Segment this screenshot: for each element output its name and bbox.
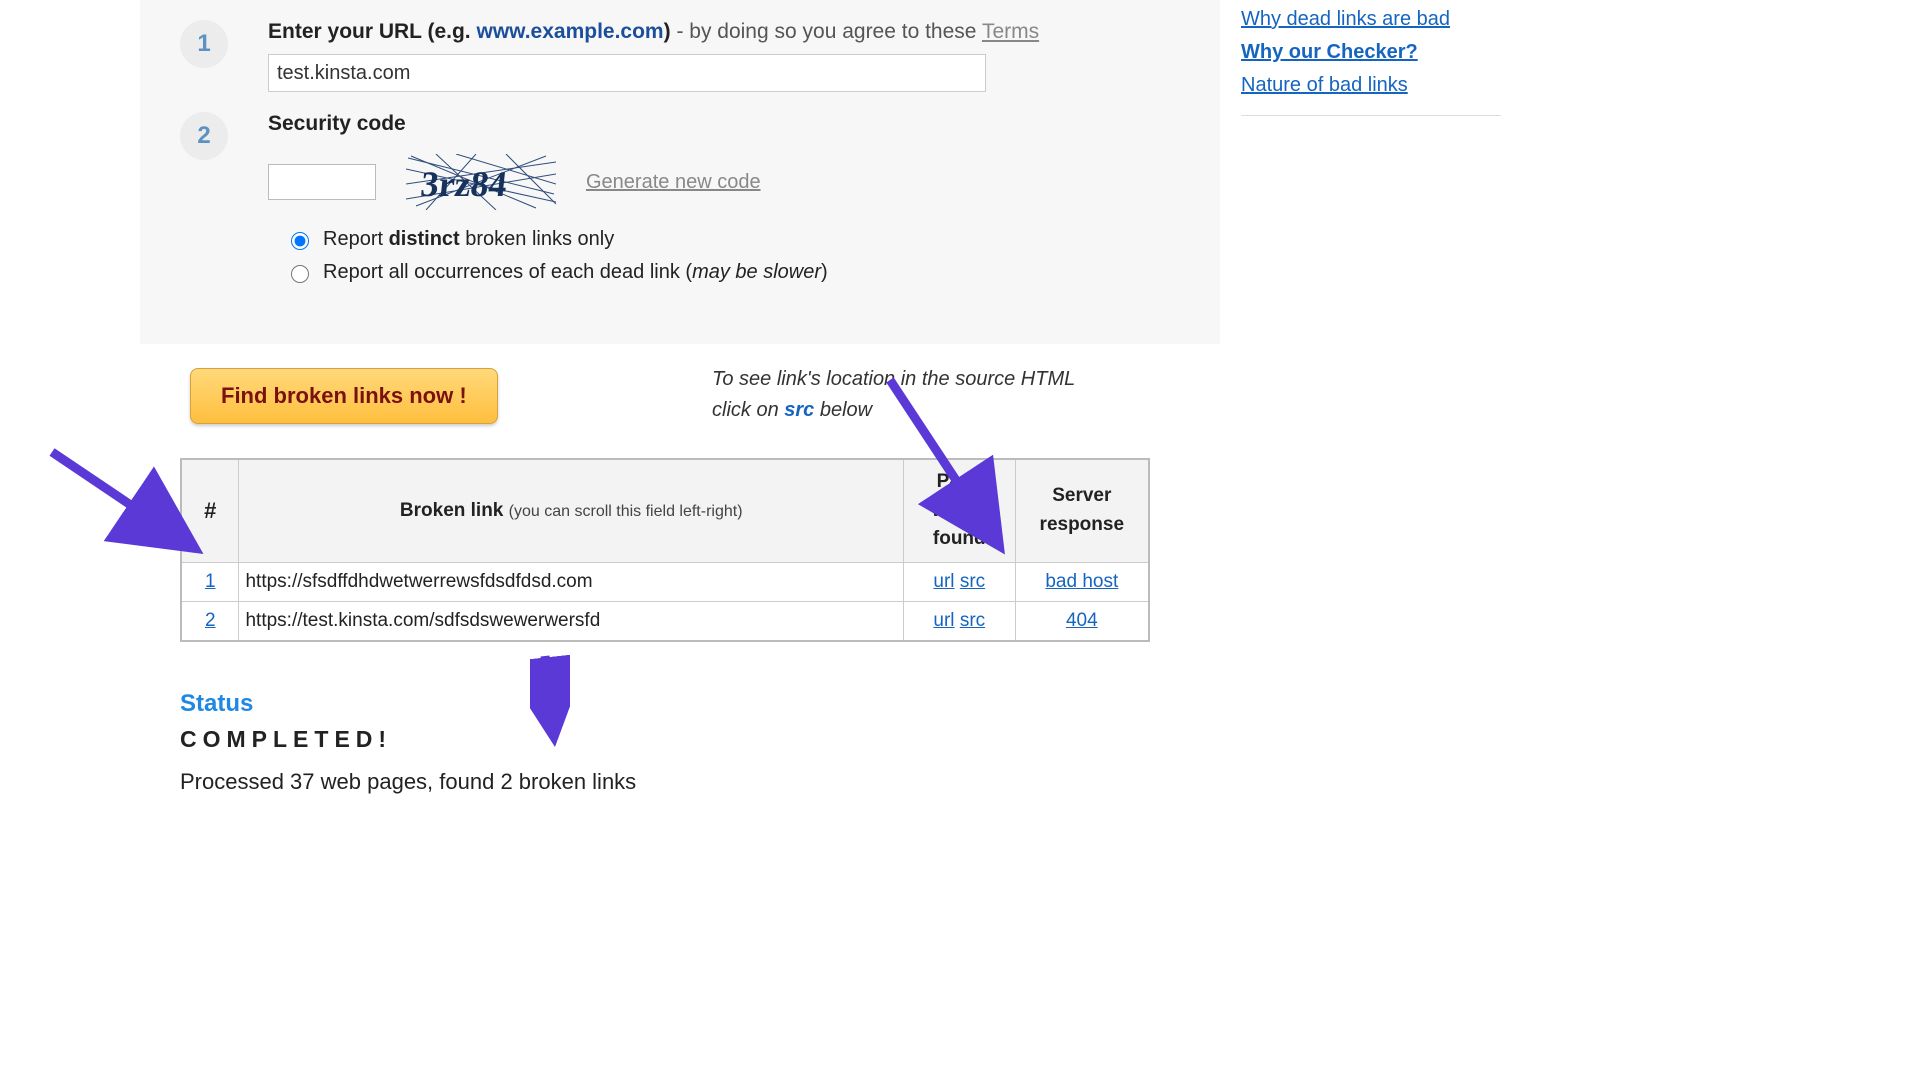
broken-link-cell[interactable]: https://sfsdffdhdwetwerrewsfdsdfdsd.com [239,562,903,601]
th-broken-link: Broken link (you can scroll this field l… [239,459,903,562]
row-url-link[interactable]: url [933,571,954,592]
step1-label-close: ) [664,20,671,43]
security-code-input[interactable] [268,164,376,200]
hint-line2-post: below [814,399,872,421]
radio1-bold: distinct [389,228,460,250]
hint-text: To see link's location in the source HTM… [712,368,1112,422]
th-page-where-found: Page where found [903,459,1015,562]
hint-line2-pre: click on [712,399,784,421]
radio-all-occurrences[interactable]: Report all occurrences of each dead link… [286,261,1180,284]
hint-line1: To see link's location in the source HTM… [712,368,1112,391]
th-server-response: Server response [1015,459,1149,562]
table-row: 2 https://test.kinsta.com/sdfsdswewerwer… [181,601,1149,641]
captcha-image: 3rz84 [406,154,556,210]
th-number: # [181,459,239,562]
status-heading: Status [180,690,1180,718]
broken-link-cell[interactable]: https://test.kinsta.com/sdfsdswewerwersf… [239,601,903,641]
find-broken-links-button[interactable]: Find broken links now ! [190,368,498,424]
captcha-text: 3rz84 [419,164,509,204]
radio2-pre: Report all occurrences of each dead link… [323,261,692,283]
broken-links-table: # Broken link (you can scroll this field… [180,458,1150,642]
radio1-pre: Report [323,228,389,250]
step-1-badge: 1 [180,20,228,68]
terms-link[interactable]: Terms [982,20,1039,43]
table-row: 1 https://sfsdffdhdwetwerrewsfdsdfdsd.co… [181,562,1149,601]
step1-label-tail: - by doing so you agree to these [671,20,982,43]
sidebar-link-why-dead[interactable]: Why dead links are bad [1241,8,1501,31]
th-link-main: Broken link [400,500,503,521]
generate-code-link[interactable]: Generate new code [586,171,761,194]
row-number-link[interactable]: 1 [205,571,216,592]
row-response-link[interactable]: 404 [1066,610,1098,631]
form-area: 1 Enter your URL (e.g. www.example.com) … [140,0,1220,344]
sidebar-link-why-checker[interactable]: Why our Checker? [1241,41,1501,64]
sidebar-divider [1241,115,1501,116]
radio2-em: may be slower [692,261,821,283]
step1-label-example: www.example.com [476,20,663,43]
sidebar-link-nature[interactable]: Nature of bad links [1241,74,1501,97]
row-url-link[interactable]: url [933,610,954,631]
status-completed: COMPLETED! [180,726,1180,753]
status-summary: Processed 37 web pages, found 2 broken l… [180,769,1180,795]
row-response-link[interactable]: bad host [1045,571,1118,592]
step-2-badge: 2 [180,112,228,160]
radio1-post: broken links only [460,228,615,250]
radio-distinct-input[interactable] [291,232,309,250]
step-1-label: Enter your URL (e.g. www.example.com) - … [268,20,1180,44]
radio-all-input[interactable] [291,265,309,283]
url-input[interactable] [268,54,986,92]
th-link-sub: (you can scroll this field left-right) [509,503,743,520]
row-src-link[interactable]: src [960,610,985,631]
hint-line2-src: src [784,399,814,421]
security-code-label: Security code [268,112,1180,136]
radio2-post: ) [821,261,828,283]
row-src-link[interactable]: src [960,571,985,592]
radio-distinct[interactable]: Report distinct broken links only [286,228,1180,251]
sidebar: Why dead links are bad Why our Checker? … [1241,8,1501,126]
row-number-link[interactable]: 2 [205,610,216,631]
step1-label-lead: Enter your URL (e.g. [268,20,476,43]
